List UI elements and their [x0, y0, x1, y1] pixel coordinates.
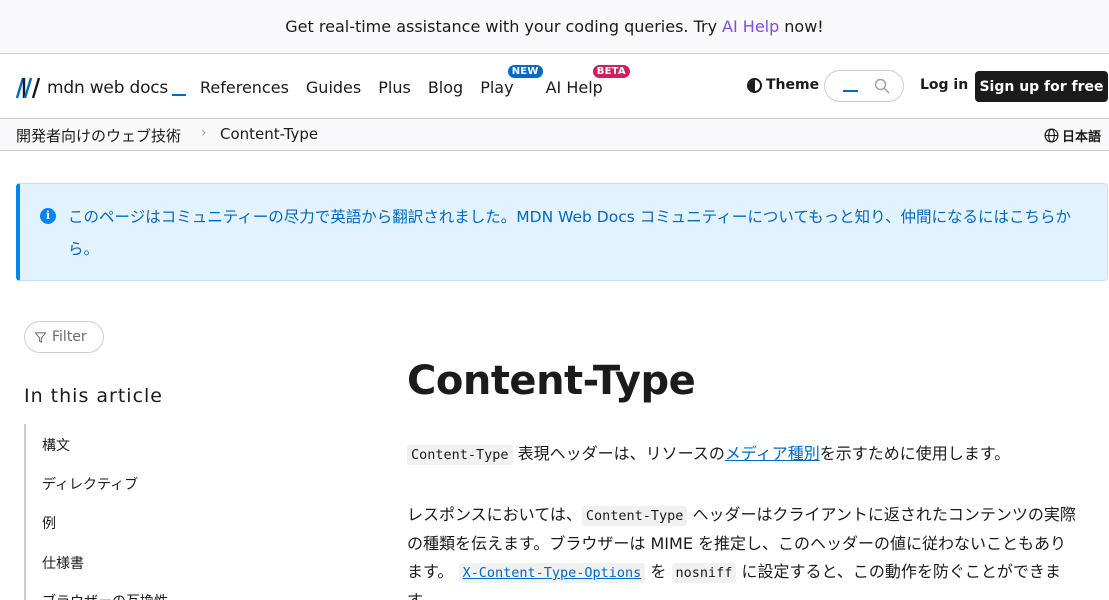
breadcrumb-separator: ›: [201, 125, 207, 141]
toc-item-specifications[interactable]: 仕様書: [42, 553, 84, 573]
menu-item-play[interactable]: Play NEW: [480, 64, 543, 97]
page-title: Content-Type: [407, 358, 696, 404]
menu-item-blog[interactable]: Blog: [428, 78, 463, 97]
table-of-contents: 構文 ディレクティブ 例 仕様書 ブラウザーの互換性: [24, 424, 344, 600]
signup-button[interactable]: Sign up for free: [975, 71, 1108, 102]
toc-item-directives[interactable]: ディレクティブ: [42, 474, 138, 494]
inline-code: Content-Type: [581, 506, 688, 526]
globe-icon: [1044, 128, 1059, 143]
translation-notice: i このページはコミュニティーの尽力で英語から翻訳されました。MDN Web D…: [16, 183, 1108, 281]
paragraph-text: を示すために使用します。: [819, 444, 1011, 463]
inline-code: Content-Type: [407, 445, 513, 465]
breadcrumb-item-web-tech[interactable]: 開発者向けのウェブ技術: [16, 125, 181, 146]
search-icon: [874, 78, 890, 94]
media-type-link[interactable]: メディア種別: [725, 444, 820, 463]
language-label: 日本語: [1062, 130, 1102, 145]
search-input[interactable]: [824, 70, 904, 102]
toc-item-browser-compat[interactable]: ブラウザーの互換性: [42, 591, 168, 600]
paragraph-text: 表現ヘッダーは、リソースの: [512, 444, 725, 463]
menu-item-plus[interactable]: Plus: [378, 78, 411, 97]
paragraph-intro: Content-Type 表現ヘッダーは、リソースのメディア種別を示すために使用…: [407, 440, 1079, 469]
mdn-logo-icon: [16, 77, 40, 99]
menu-item-ai-help-label: AI Help: [545, 77, 603, 97]
language-switcher[interactable]: 日本語: [1044, 126, 1101, 145]
paragraph-text: を: [645, 562, 672, 581]
toc-title: In this article: [24, 385, 163, 407]
menu-item-guides[interactable]: Guides: [306, 78, 361, 97]
logo-cursor: [172, 94, 187, 96]
menu-item-play-label: Play: [480, 77, 514, 97]
inline-code: nosniff: [671, 563, 737, 583]
filter-label: Filter: [52, 329, 87, 345]
mdn-logo[interactable]: mdn web docs: [16, 75, 187, 101]
search-caret: [843, 90, 858, 92]
logo-text: mdn web docs: [47, 78, 169, 98]
theme-label: Theme: [766, 77, 820, 93]
top-banner: Get real-time assistance with your codin…: [0, 0, 1109, 54]
filter-button[interactable]: Filter: [24, 321, 104, 353]
banner-text: Get real-time assistance with your codin…: [285, 17, 718, 36]
paragraph-text: レスポンスにおいては、: [407, 505, 582, 524]
top-navigation: mdn web docs References Guides Plus Blog…: [0, 55, 1109, 119]
main-menu: References Guides Plus Blog Play NEW AI …: [200, 55, 630, 119]
banner-suffix: now!: [784, 17, 824, 36]
theme-icon: [747, 77, 762, 93]
menu-item-ai-help[interactable]: AI Help BETA: [545, 64, 630, 97]
toc-item-syntax[interactable]: 構文: [42, 435, 70, 455]
ai-help-banner-link[interactable]: AI Help: [722, 17, 779, 36]
x-content-type-options-link[interactable]: X-Content-Type-Options: [458, 563, 646, 583]
info-icon: i: [40, 208, 56, 224]
toc-item-examples[interactable]: 例: [42, 513, 56, 533]
filter-icon: [35, 331, 46, 343]
menu-item-references[interactable]: References: [200, 78, 289, 97]
beta-badge: BETA: [592, 64, 630, 78]
notice-text[interactable]: このページはコミュニティーの尽力で英語から翻訳されました。MDN Web Doc…: [68, 201, 1093, 265]
login-link[interactable]: Log in: [920, 77, 968, 93]
breadcrumb: 開発者向けのウェブ技術 › Content-Type 日本語: [0, 118, 1109, 151]
paragraph-response: レスポンスにおいては、 Content-Type ヘッダーはクライアントに返された…: [407, 501, 1079, 600]
breadcrumb-item-current[interactable]: Content-Type: [220, 125, 318, 143]
new-badge: NEW: [507, 64, 543, 78]
theme-switcher[interactable]: Theme: [747, 77, 819, 93]
